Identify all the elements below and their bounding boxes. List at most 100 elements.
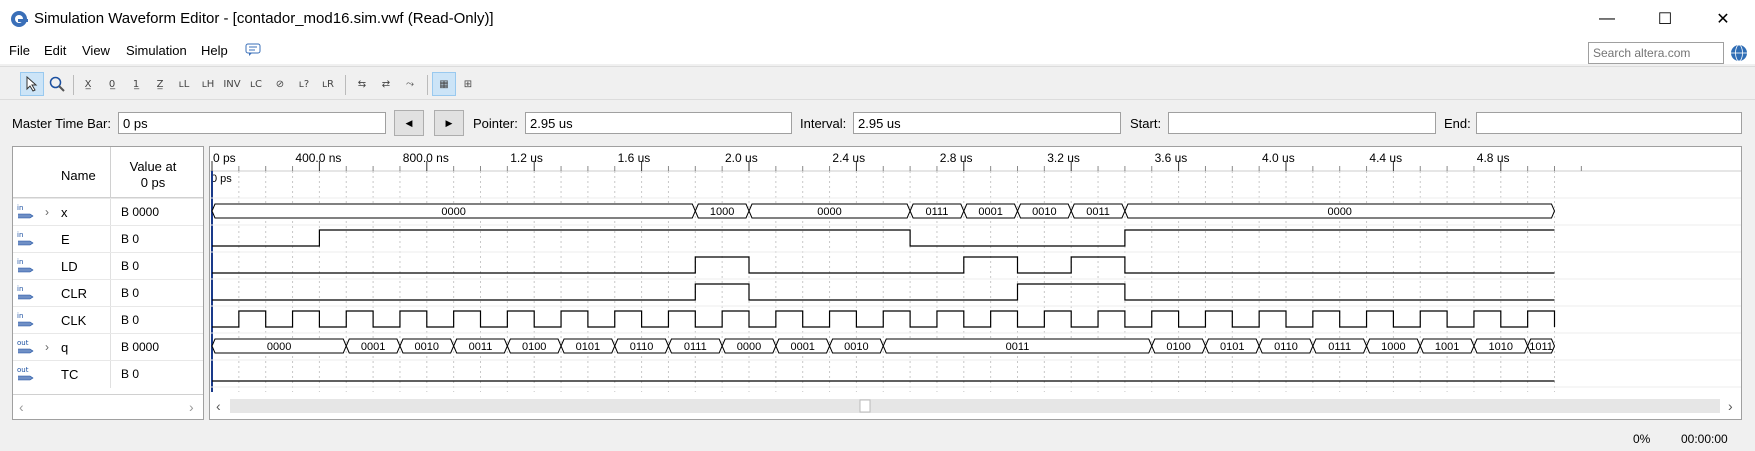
signal-row-tc[interactable]: out TC B 0	[13, 360, 203, 388]
ruler-tick-label: 0 ps	[213, 151, 236, 165]
forcing-low-button[interactable]: 0̲	[100, 72, 124, 96]
dont-care-button[interactable]: ʟR	[316, 72, 340, 96]
signal-row-ld[interactable]: in LD B 0	[13, 252, 203, 280]
svg-text:in: in	[17, 258, 23, 266]
signal-list-scrollbar[interactable]: ‹ ›	[13, 394, 203, 420]
x-bus-value: 1000	[710, 206, 734, 218]
scrollbar-thumb	[859, 399, 871, 413]
forcing-high-button[interactable]: 1̲	[124, 72, 148, 96]
maximize-button[interactable]: ☐	[1642, 0, 1688, 38]
x-bus-value: 0011	[1086, 206, 1110, 218]
q-bus-value: 1010	[1489, 341, 1513, 353]
scroll-left-icon: ‹	[216, 398, 221, 414]
snap-transition-icon: ⇆	[357, 78, 367, 90]
svg-text:in: in	[17, 285, 23, 293]
input-pin-icon: in	[17, 257, 37, 275]
invert-button[interactable]: INV	[220, 72, 244, 96]
input-pin-icon: in	[17, 284, 37, 302]
start-field[interactable]	[1168, 112, 1436, 134]
menu-edit[interactable]: Edit	[44, 43, 66, 58]
signal-name: TC	[61, 367, 79, 382]
menu-simulation[interactable]: Simulation	[126, 43, 187, 58]
snap-to-grid-button[interactable]: ▦	[432, 72, 456, 96]
svg-text:in: in	[17, 231, 23, 239]
minimize-button[interactable]: —	[1584, 0, 1630, 38]
menu-bar: File Edit View Simulation Help	[0, 38, 1755, 64]
input-pin-icon: in	[17, 203, 37, 221]
high-impedance-button[interactable]: Z̲	[148, 72, 172, 96]
next-transition-button[interactable]: ▶	[434, 110, 464, 136]
master-time-bar-field[interactable]: 0 ps	[118, 112, 386, 134]
zoom-tool-button[interactable]	[45, 72, 69, 96]
ruler-tick-label: 3.6 us	[1155, 151, 1188, 165]
elapsed-time: 00:00:00	[1681, 432, 1728, 446]
feedback-icon[interactable]	[245, 43, 261, 57]
progress-percent: 0%	[1633, 432, 1651, 446]
signal-value: B 0	[121, 367, 140, 381]
signal-value: B 0	[121, 259, 140, 273]
signal-list-panel: Name Value at 0 ps in › x B 0000 in E B 0 in LD B…	[12, 146, 204, 420]
signal-row-clr[interactable]: in CLR B 0	[13, 279, 203, 307]
high-one-icon: 1̲	[132, 78, 140, 90]
overwrite-clock-icon: ⇄	[381, 78, 391, 90]
expand-chevron-icon[interactable]: ›	[45, 205, 49, 219]
menu-help[interactable]: Help	[201, 43, 228, 58]
x-bus-value: 0000	[441, 206, 465, 218]
weak-high-button[interactable]: ʟH	[196, 72, 220, 96]
q-bus-value: 0101	[1220, 341, 1244, 353]
previous-transition-button[interactable]: ◀	[394, 110, 424, 136]
globe-icon[interactable]	[1730, 44, 1748, 62]
ld-waveform	[212, 256, 1555, 274]
end-field[interactable]	[1476, 112, 1742, 134]
q-bus-value: 0001	[361, 341, 385, 353]
weak-low-button[interactable]: ʟL	[172, 72, 196, 96]
q-bus-value: 0011	[1006, 341, 1030, 353]
name-column-header[interactable]: Name	[61, 168, 96, 183]
end-label: End:	[1444, 116, 1471, 131]
invert-icon: INV	[223, 78, 241, 90]
ruler-tick-label: 4.4 us	[1369, 151, 1402, 165]
signal-row-x[interactable]: in › x B 0000	[13, 198, 203, 226]
value-column-header[interactable]: Value at 0 ps	[113, 159, 193, 191]
waveform-toolbar: X̲ 0̲ 1̲ Z̲ ʟL ʟH INV ʟC ⊘ ʟ? ʟR ⇆ ⇄ ⤳ ▦…	[0, 66, 1755, 100]
selection-tool-button[interactable]	[20, 72, 44, 96]
snap-to-transition-button[interactable]: ⇆	[350, 72, 374, 96]
x-bus-value: 0000	[1327, 206, 1351, 218]
close-button[interactable]: ✕	[1700, 0, 1746, 38]
forcing-unknown-button[interactable]: X̲	[76, 72, 100, 96]
search-input[interactable]	[1588, 42, 1724, 64]
interval-label: Interval:	[800, 116, 847, 131]
signal-row-clk[interactable]: in CLK B 0	[13, 306, 203, 334]
signal-row-q[interactable]: out › q B 0000	[13, 333, 203, 361]
menu-file[interactable]: File	[9, 43, 30, 58]
ruler-tick-label: 800.0 ns	[403, 151, 449, 165]
arbitrary-value-icon: ⤳	[406, 78, 414, 90]
waveform-panel[interactable]: 0 ps 400.0 ns 800.0 ns 1.2 us 1.6 us 2.0 us 2.…	[209, 146, 1742, 420]
q-bus-value: 0111	[1328, 341, 1351, 353]
insert-node-button[interactable]: ⊞	[456, 72, 480, 96]
clock-button[interactable]: ⊘	[268, 72, 292, 96]
q-bus-value: 1001	[1435, 341, 1459, 353]
count-value-button[interactable]: ʟC	[244, 72, 268, 96]
scroll-right-icon[interactable]: ›	[189, 399, 194, 415]
q-bus-value: 0000	[267, 341, 291, 353]
pointer-field[interactable]: 2.95 us	[525, 112, 792, 134]
interval-field[interactable]: 2.95 us	[853, 112, 1121, 134]
menu-view[interactable]: View	[82, 43, 110, 58]
overwrite-clock-button[interactable]: ⇄	[374, 72, 398, 96]
q-bus-value: 0111	[684, 341, 707, 353]
q-bus-value: 0110	[630, 341, 654, 353]
signal-row-e[interactable]: in E B 0	[13, 225, 203, 253]
arbitrary-value-button[interactable]: ⤳	[398, 72, 422, 96]
clk-waveform	[212, 310, 1556, 328]
scroll-left-icon[interactable]: ‹	[19, 399, 24, 415]
z-icon: Z̲	[156, 78, 164, 90]
expand-chevron-icon[interactable]: ›	[45, 340, 49, 354]
count-icon: ʟC	[249, 78, 263, 90]
q-bus-value: 0010	[415, 341, 439, 353]
waveform-canvas[interactable]: 0 ps 400.0 ns 800.0 ns 1.2 us 1.6 us 2.0 us 2.…	[210, 147, 1741, 419]
scrollbar-track	[230, 399, 1720, 413]
ruler-tick-label: 3.2 us	[1047, 151, 1080, 165]
random-values-button[interactable]: ʟ?	[292, 72, 316, 96]
status-bar: 0% 00:00:00	[0, 427, 1755, 451]
